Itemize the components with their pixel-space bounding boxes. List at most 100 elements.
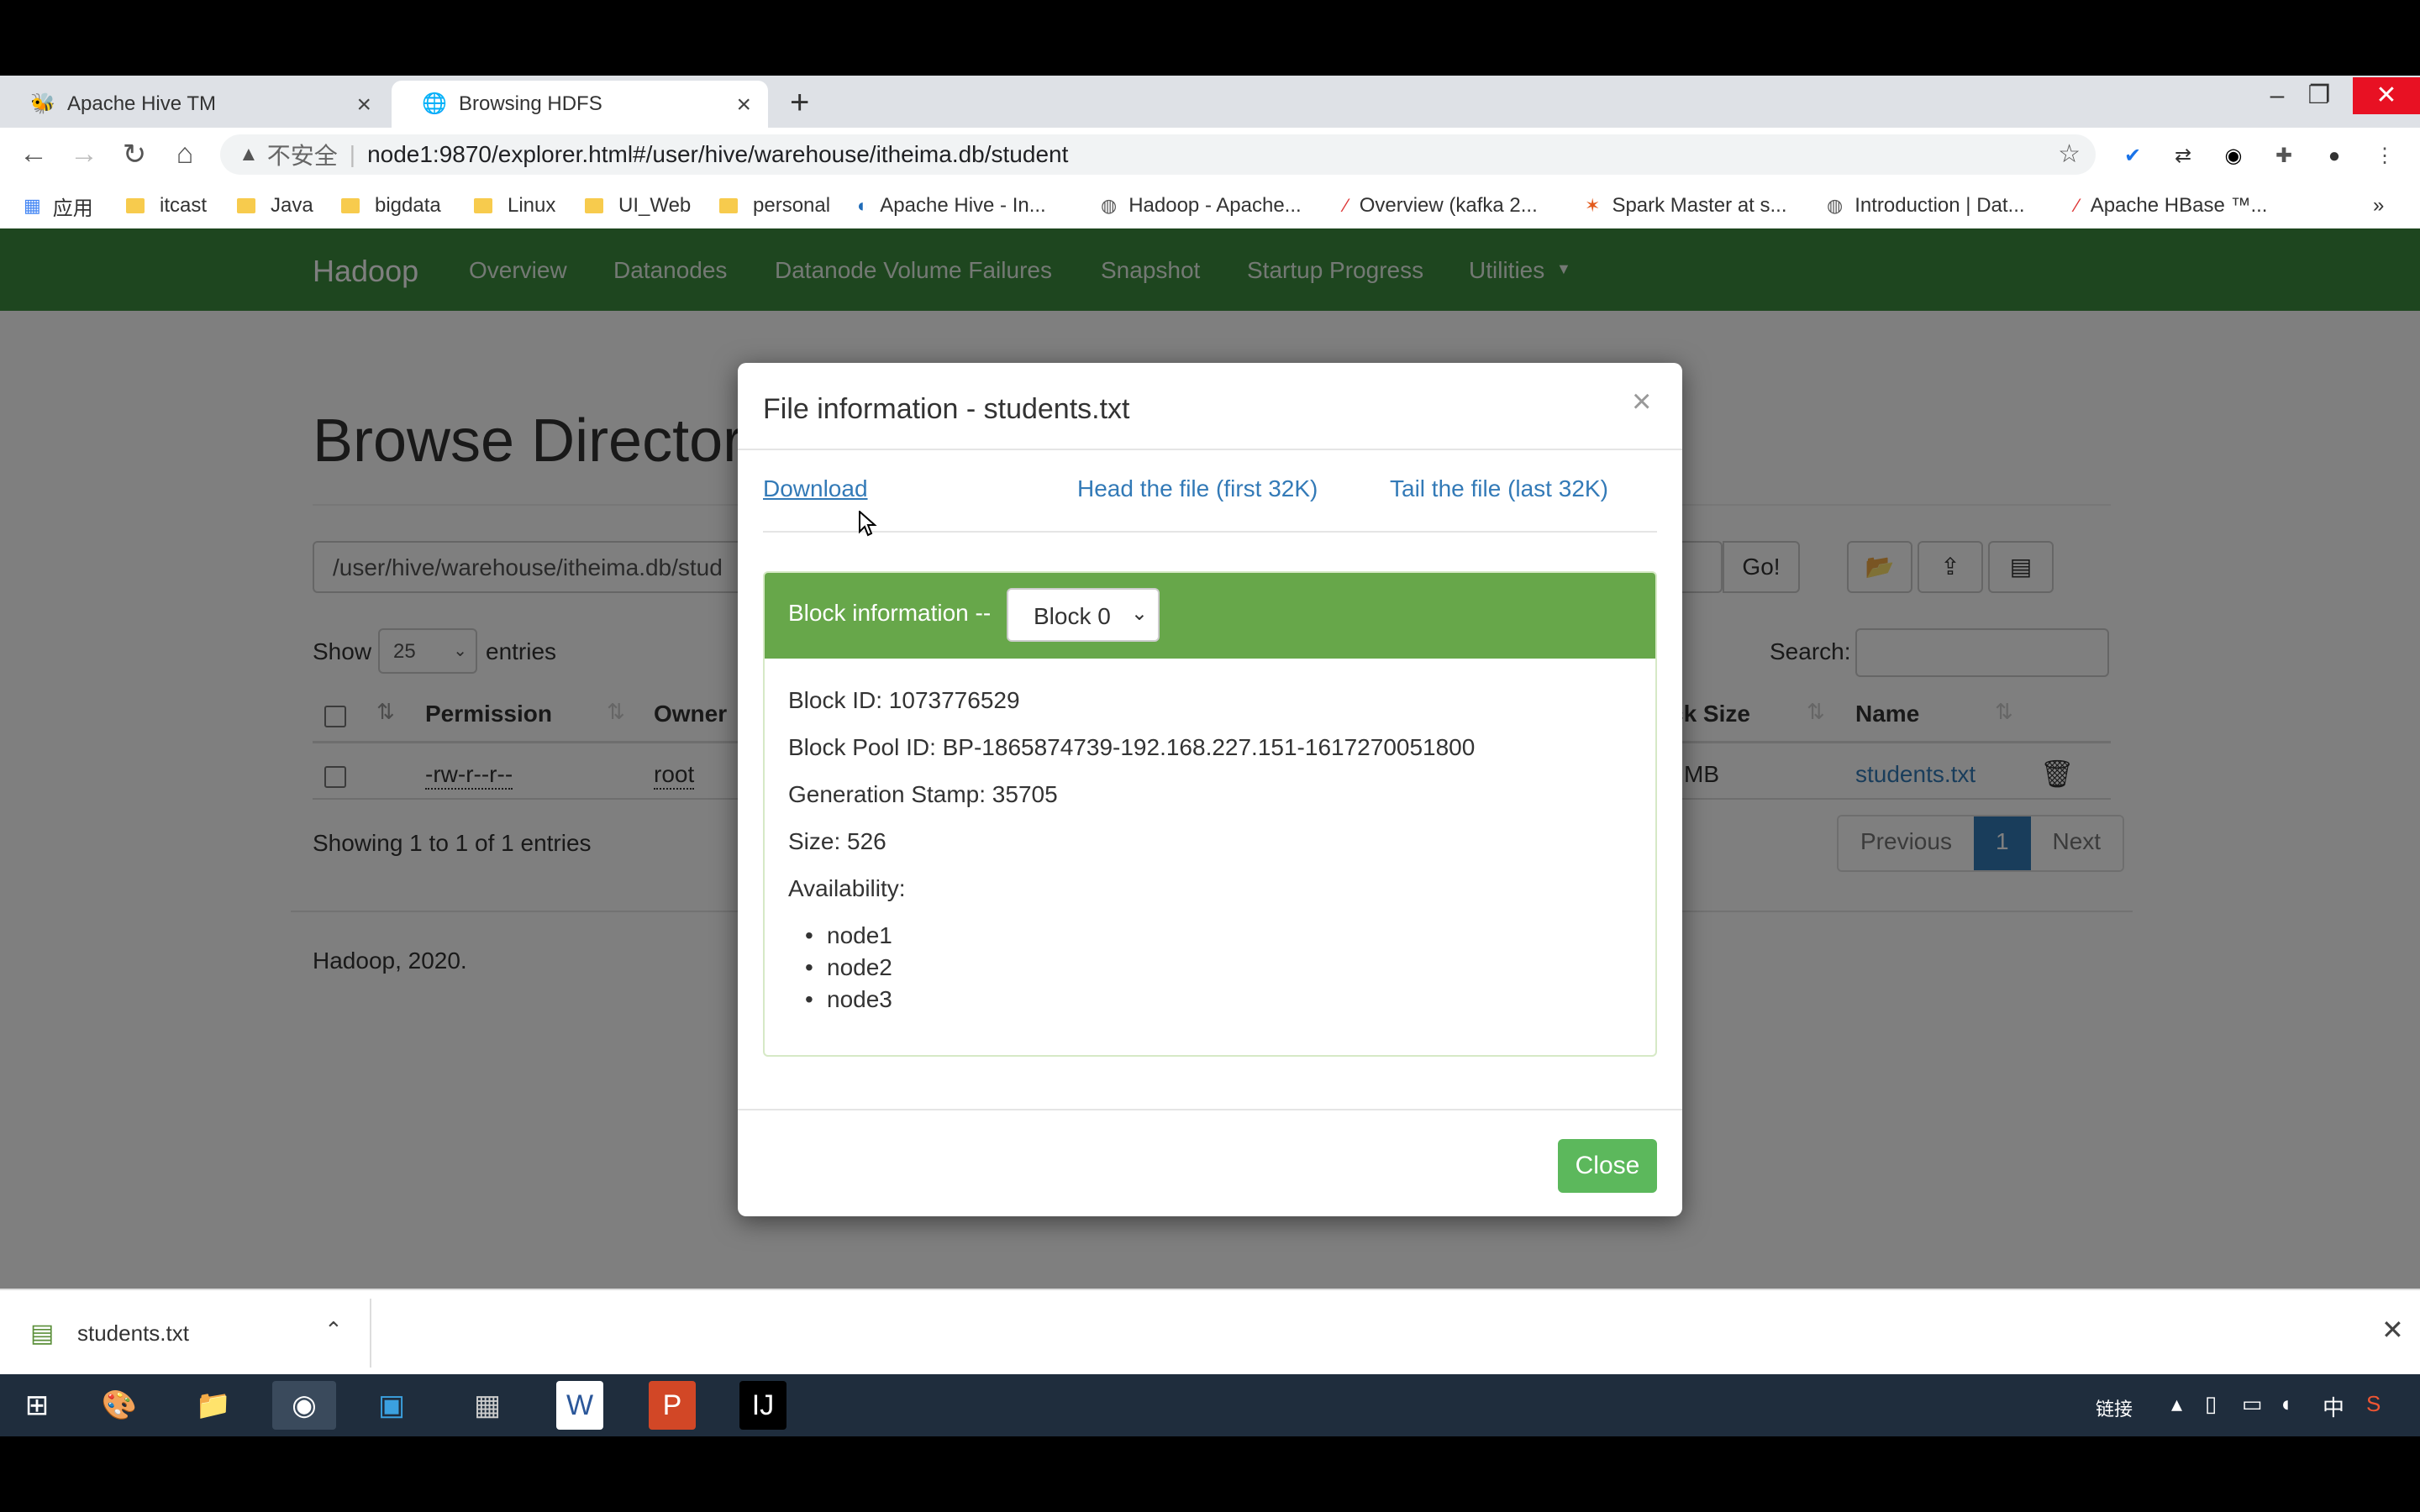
reload-icon[interactable]: ↻: [118, 138, 151, 171]
chevron-up-icon[interactable]: ⌃: [324, 1317, 343, 1343]
divider: [738, 1109, 1682, 1110]
bookmark-label: Hadoop - Apache...: [1128, 194, 1302, 217]
divider: [738, 449, 1682, 450]
ime-indicator[interactable]: 中: [2323, 1391, 2344, 1422]
block-information-panel: Block information -- Block 0 ⌄ Block ID:…: [763, 571, 1657, 1057]
bookmark-linux[interactable]: Linux: [474, 193, 555, 218]
bookmark-java[interactable]: Java: [237, 193, 313, 218]
divider: [763, 531, 1657, 533]
intellij-icon[interactable]: IJ: [739, 1381, 786, 1430]
folder-icon: [341, 198, 360, 213]
bookmarks-bar: ▦ 应用 itcast Java bigdata Linux UI_Web per…: [0, 181, 2420, 229]
restore-icon[interactable]: ❐: [2292, 77, 2346, 114]
tail-file-link[interactable]: Tail the file (last 32K): [1390, 475, 1608, 502]
tray-link-label: 链接: [2096, 1399, 2133, 1420]
bookmark-label: Java: [271, 194, 313, 217]
tab-browsing-hdfs[interactable]: 🌐 Browsing HDFS ×: [392, 81, 768, 128]
folder-icon: [237, 198, 255, 213]
block-select[interactable]: Block 0 ⌄: [1007, 588, 1160, 642]
volume-icon[interactable]: ◖: [2279, 1391, 2292, 1417]
address-bar[interactable]: ▲ 不安全 | node1:9870/explorer.html#/user/h…: [220, 134, 2096, 175]
bookmark-apps[interactable]: ▦ 应用: [24, 193, 93, 220]
new-tab-icon[interactable]: +: [790, 84, 809, 122]
head-file-link[interactable]: Head the file (first 32K): [1077, 475, 1318, 502]
home-icon[interactable]: ⌂: [168, 138, 202, 171]
remote-desktop-icon[interactable]: ▣: [360, 1381, 424, 1430]
profile-avatar-icon[interactable]: ●: [2319, 141, 2349, 171]
download-link[interactable]: Download: [763, 475, 868, 502]
bookmarks-overflow-icon[interactable]: »: [2373, 193, 2384, 218]
bookmark-hadoop[interactable]: ◍ Hadoop - Apache...: [1101, 193, 1302, 218]
feather-icon: ⁄: [2075, 195, 2079, 216]
divider: [370, 1299, 371, 1368]
browser-toolbar: ← → ↻ ⌂ ▲ 不安全 | node1:9870/explorer.html…: [0, 128, 2420, 181]
puzzle-extension-icon[interactable]: ✚: [2269, 141, 2299, 171]
bookmark-kafka[interactable]: ⁄ Overview (kafka 2...: [1344, 193, 1538, 218]
tab-label: Browsing HDFS: [459, 92, 602, 115]
node-list-item: node2: [805, 954, 892, 981]
url-text: node1:9870/explorer.html#/user/hive/ware…: [367, 141, 1069, 167]
hive-bee-icon: 🐝: [30, 92, 55, 115]
word-icon[interactable]: W: [556, 1381, 603, 1430]
close-button[interactable]: Close: [1558, 1139, 1657, 1193]
folder-icon: [719, 198, 738, 213]
bookmark-hbase[interactable]: ⁄ Apache HBase ™...: [2075, 193, 2267, 218]
battery-icon[interactable]: ▯: [2205, 1391, 2217, 1417]
downloaded-file-name[interactable]: students.txt: [77, 1320, 189, 1347]
bookmark-ui-web[interactable]: UI_Web: [585, 193, 691, 218]
bookmark-label: Introduction | Dat...: [1854, 194, 2025, 217]
paint-icon[interactable]: 🎨: [87, 1381, 151, 1430]
bookmark-bigdata[interactable]: bigdata: [341, 193, 441, 218]
mouse-cursor-icon: [859, 509, 877, 542]
close-icon[interactable]: ✕: [2381, 1314, 2404, 1346]
window-close-icon[interactable]: ✕: [2353, 77, 2420, 114]
tray-expand-icon[interactable]: ▴: [2171, 1391, 2182, 1417]
mask-extension-icon[interactable]: ◉: [2218, 141, 2249, 171]
folder-icon: [126, 198, 145, 213]
bookmark-label: Apache HBase ™...: [2090, 194, 2268, 217]
bookmark-itcast[interactable]: itcast: [126, 193, 207, 218]
tab-apache-hive[interactable]: 🐝 Apache Hive TM ×: [0, 81, 388, 128]
file-explorer-icon[interactable]: 📁: [182, 1381, 245, 1430]
check-extension-icon[interactable]: ✔: [2118, 141, 2148, 171]
bookmark-spark[interactable]: ✶ Spark Master at s...: [1585, 193, 1787, 218]
block-pool-id: Block Pool ID: BP-1865874739-192.168.227…: [788, 734, 1476, 760]
block-information-label: Block information --: [788, 600, 992, 626]
bookmark-apache-hive[interactable]: ◐ Apache Hive - In...: [857, 193, 1046, 218]
menu-icon[interactable]: ⋮: [2370, 141, 2400, 171]
bookmark-star-icon[interactable]: ☆: [2058, 139, 2081, 169]
vm-icon[interactable]: ▦: [455, 1381, 519, 1430]
generation-stamp: Generation Stamp: 35705: [788, 781, 1058, 807]
block-select-value: Block 0: [1034, 603, 1111, 629]
feather-icon: ⁄: [1344, 195, 1348, 216]
text-file-icon: ▤: [30, 1320, 55, 1347]
bookmark-personal[interactable]: personal: [719, 193, 830, 218]
bookmark-introduction[interactable]: ◍ Introduction | Dat...: [1827, 193, 2025, 218]
powerpoint-icon[interactable]: P: [649, 1381, 696, 1430]
bookmark-label: Spark Master at s...: [1612, 194, 1787, 217]
sogou-ime-icon[interactable]: S: [2366, 1391, 2381, 1417]
hdfs-page: Hadoop Overview Datanodes Datanode Volum…: [0, 228, 2420, 1364]
node-list-item: node1: [805, 922, 892, 949]
close-icon[interactable]: ×: [356, 91, 371, 119]
network-icon[interactable]: ▭: [2242, 1391, 2263, 1417]
bookmark-label: bigdata: [375, 194, 441, 217]
file-size: Size: 526: [788, 828, 886, 854]
bookmark-label: Overview (kafka 2...: [1359, 194, 1538, 217]
bookmark-label: personal: [753, 194, 831, 217]
back-icon[interactable]: ←: [17, 138, 50, 171]
translate-extension-icon[interactable]: ⇄: [2168, 141, 2198, 171]
node-list-item: node3: [805, 986, 892, 1013]
forward-icon[interactable]: →: [67, 138, 101, 171]
bookmark-label: UI_Web: [618, 194, 692, 217]
bookmark-label: Linux: [508, 194, 556, 217]
insecure-label: 不安全: [266, 143, 338, 169]
folder-icon: [474, 198, 492, 213]
globe-icon: 🌐: [422, 92, 447, 115]
bookmark-label: itcast: [160, 194, 208, 217]
close-icon[interactable]: ×: [736, 91, 751, 119]
modal-close-icon[interactable]: ×: [1632, 383, 1651, 421]
chrome-icon[interactable]: ◉: [272, 1381, 336, 1430]
windows-start-icon[interactable]: ⊞: [5, 1381, 69, 1430]
hive-icon: ◐: [857, 195, 869, 216]
